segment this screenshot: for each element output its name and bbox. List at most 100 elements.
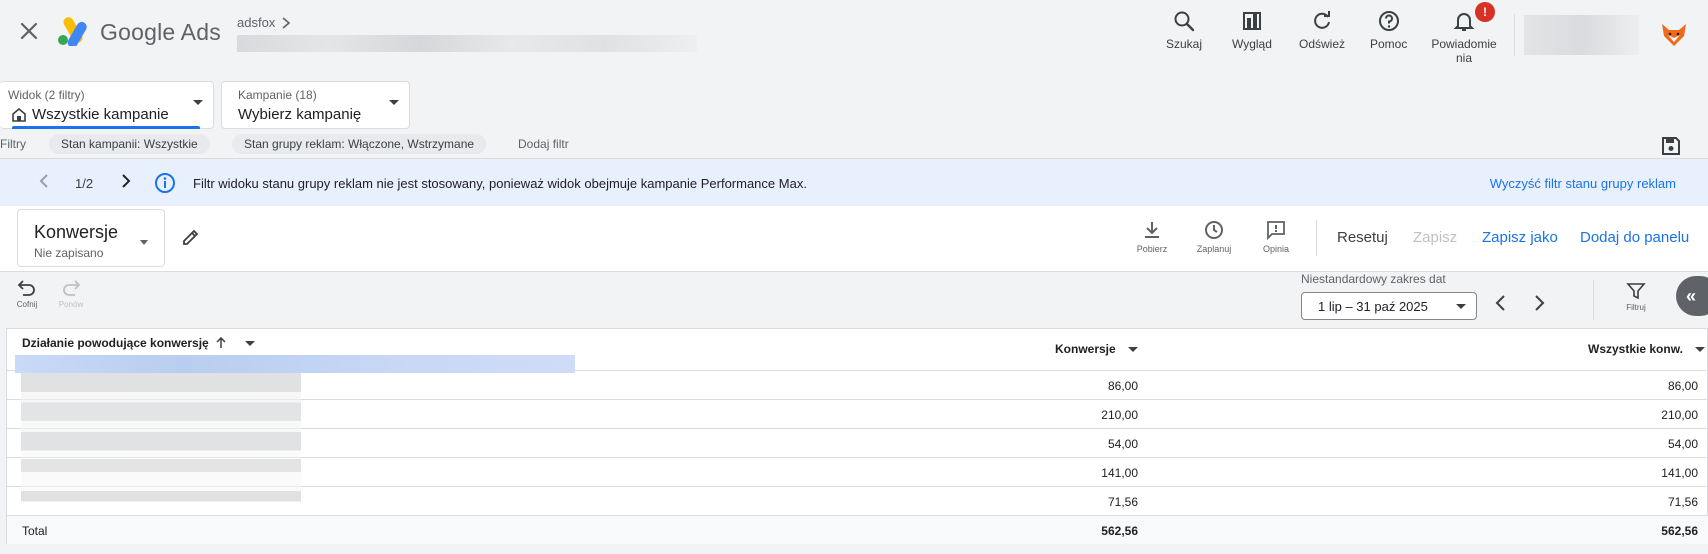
divider: [1514, 14, 1515, 56]
filter-chip-campaign-status[interactable]: Stan kampanii: Wszystkie: [49, 134, 210, 154]
refresh-tool[interactable]: Odśwież: [1299, 8, 1345, 66]
filter-icon: [1626, 283, 1646, 300]
date-next-button[interactable]: [1531, 294, 1547, 317]
total-conversions: 562,56: [1101, 524, 1138, 538]
caret-down-icon: [1456, 304, 1466, 309]
campaign-filter-value: Wybierz kampanię: [238, 106, 362, 123]
undo-button[interactable]: Cofnij: [7, 279, 47, 309]
date-range-label: Niestandardowy zakres dat: [1301, 272, 1446, 286]
clear-adgroup-filter-link[interactable]: Wyczyść filtr stanu grupy reklam: [1490, 176, 1676, 191]
refresh-tool-label: Odśwież: [1299, 37, 1346, 51]
account-selector[interactable]: adsfox: [237, 15, 291, 30]
download-button[interactable]: Pobierz: [1126, 220, 1178, 254]
collapse-panel-button[interactable]: «: [1676, 276, 1708, 316]
clock-icon: [1205, 221, 1223, 239]
chevron-right-icon: [282, 16, 291, 29]
report-header: Konwersje Nie zapisano Pobierz Zaplanuj …: [0, 206, 1708, 272]
column-header-label: Konwersje: [1055, 342, 1116, 356]
divider: [1593, 280, 1594, 320]
view-filter-label: Widok (2 filtry): [8, 88, 85, 102]
user-account-redacted[interactable]: [1524, 15, 1639, 55]
close-icon[interactable]: [16, 18, 42, 44]
brand-name: Google Ads: [100, 19, 221, 45]
banner-prev-button[interactable]: [36, 173, 52, 194]
add-filter-link[interactable]: Dodaj filtr: [518, 137, 569, 151]
feedback-label: Opinia: [1262, 244, 1289, 254]
column-header-label: Działanie powodujące konwersję: [22, 336, 209, 350]
info-icon: [154, 172, 176, 199]
sort-ascending-icon: [216, 337, 226, 348]
date-range-value: 1 lip – 31 paź 2025: [1318, 299, 1428, 314]
column-header-all-conversions[interactable]: Wszystkie konw.: [1588, 342, 1705, 356]
double-chevron-left-icon: «: [1686, 286, 1696, 306]
caret-down-icon: [140, 240, 148, 245]
notifications-tool[interactable]: ! Powiadomie nia: [1428, 2, 1500, 66]
notifications-tool-label: Powiadomie nia: [1431, 37, 1496, 65]
date-prev-button[interactable]: [1493, 294, 1509, 317]
filter-button[interactable]: Filtruj: [1618, 281, 1654, 312]
bell-icon: !: [1451, 2, 1495, 34]
undo-label: Cofnij: [16, 300, 38, 309]
campaign-filter-label: Kampanie (18): [238, 88, 317, 102]
total-label: Total: [22, 524, 48, 538]
help-tool[interactable]: Pomoc: [1370, 8, 1407, 66]
view-filter-value-row: Wszystkie kampanie: [12, 106, 169, 123]
view-filter-value: Wszystkie kampanie: [32, 106, 169, 123]
column-header-conversion-action[interactable]: Działanie powodujące konwersję: [22, 336, 255, 350]
save-as-button[interactable]: Zapisz jako: [1482, 229, 1558, 246]
help-tool-label: Pomoc: [1370, 37, 1408, 51]
table-header: Działanie powodujące konwersję Konwersje…: [7, 329, 1708, 373]
chevron-right-icon: [1535, 295, 1545, 311]
caret-down-icon: [1694, 346, 1705, 352]
date-range-picker[interactable]: 1 lip – 31 paź 2025: [1301, 292, 1477, 320]
account-name: adsfox: [237, 15, 276, 30]
fox-avatar-icon: [1662, 24, 1686, 46]
table-total-row: Total 562,56 562,56: [7, 516, 1708, 544]
cell-conversions: 210,00: [1101, 408, 1138, 422]
view-filter-dropdown[interactable]: Widok (2 filtry) Wszystkie kampanie: [0, 81, 214, 129]
chevron-left-icon: [1495, 295, 1505, 311]
refresh-icon: [1309, 8, 1335, 34]
reset-button[interactable]: Resetuj: [1337, 229, 1388, 246]
download-label: Pobierz: [1136, 244, 1168, 254]
caret-down-icon: [193, 100, 203, 105]
filter-label: Filtruj: [1626, 303, 1646, 312]
total-all-conversions: 562,56: [1661, 524, 1698, 538]
schedule-button[interactable]: Zaplanuj: [1188, 220, 1240, 254]
edit-pencil-icon[interactable]: [181, 227, 201, 252]
divider: [1316, 220, 1317, 256]
cell-conversions: 86,00: [1107, 379, 1138, 393]
filters-row: Filtry Stan kampanii: Wszystkie Stan gru…: [0, 134, 1708, 156]
schedule-label: Zaplanuj: [1196, 244, 1232, 254]
filters-label: Filtry: [0, 137, 26, 151]
top-bar: Google Ads adsfox Szukaj Wygląd Odśwież …: [0, 0, 1708, 78]
banner-next-button[interactable]: [118, 173, 134, 194]
report-selector[interactable]: Konwersje Nie zapisano: [17, 209, 165, 267]
cell-all-conversions: 141,00: [1661, 466, 1698, 480]
appearance-tool[interactable]: Wygląd: [1232, 8, 1272, 66]
search-tool-label: Szukaj: [1166, 37, 1203, 51]
feedback-button[interactable]: Opinia: [1250, 220, 1302, 254]
campaign-filter-dropdown[interactable]: Kampanie (18) Wybierz kampanię: [221, 81, 410, 129]
search-icon: [1171, 8, 1197, 34]
banner-page-indicator: 1/2: [75, 176, 94, 191]
banner-message: Filtr widoku stanu grupy reklam nie jest…: [193, 176, 807, 191]
conversion-action-names-redacted: [21, 373, 301, 507]
selected-underline: [12, 126, 200, 129]
redo-icon: [63, 280, 81, 296]
save-button[interactable]: Zapisz: [1413, 229, 1457, 246]
cell-all-conversions: 54,00: [1667, 437, 1698, 451]
chevron-left-icon: [39, 174, 48, 188]
help-icon: [1376, 8, 1402, 34]
filter-chip-adgroup-status[interactable]: Stan grupy reklam: Włączone, Wstrzymane: [232, 134, 487, 154]
data-table: Działanie powodujące konwersję Konwersje…: [6, 328, 1708, 544]
column-header-conversions[interactable]: Konwersje: [1055, 342, 1138, 356]
google-ads-logo-icon: [56, 16, 88, 48]
cell-all-conversions: 86,00: [1667, 379, 1698, 393]
column-header-label: Wszystkie konw.: [1588, 342, 1683, 356]
cell-all-conversions: 71,56: [1667, 495, 1698, 509]
redo-button[interactable]: Ponów: [51, 279, 91, 309]
search-tool[interactable]: Szukaj: [1166, 8, 1202, 66]
add-to-panel-button[interactable]: Dodaj do panelu: [1580, 229, 1689, 246]
avatar[interactable]: [1657, 18, 1691, 52]
